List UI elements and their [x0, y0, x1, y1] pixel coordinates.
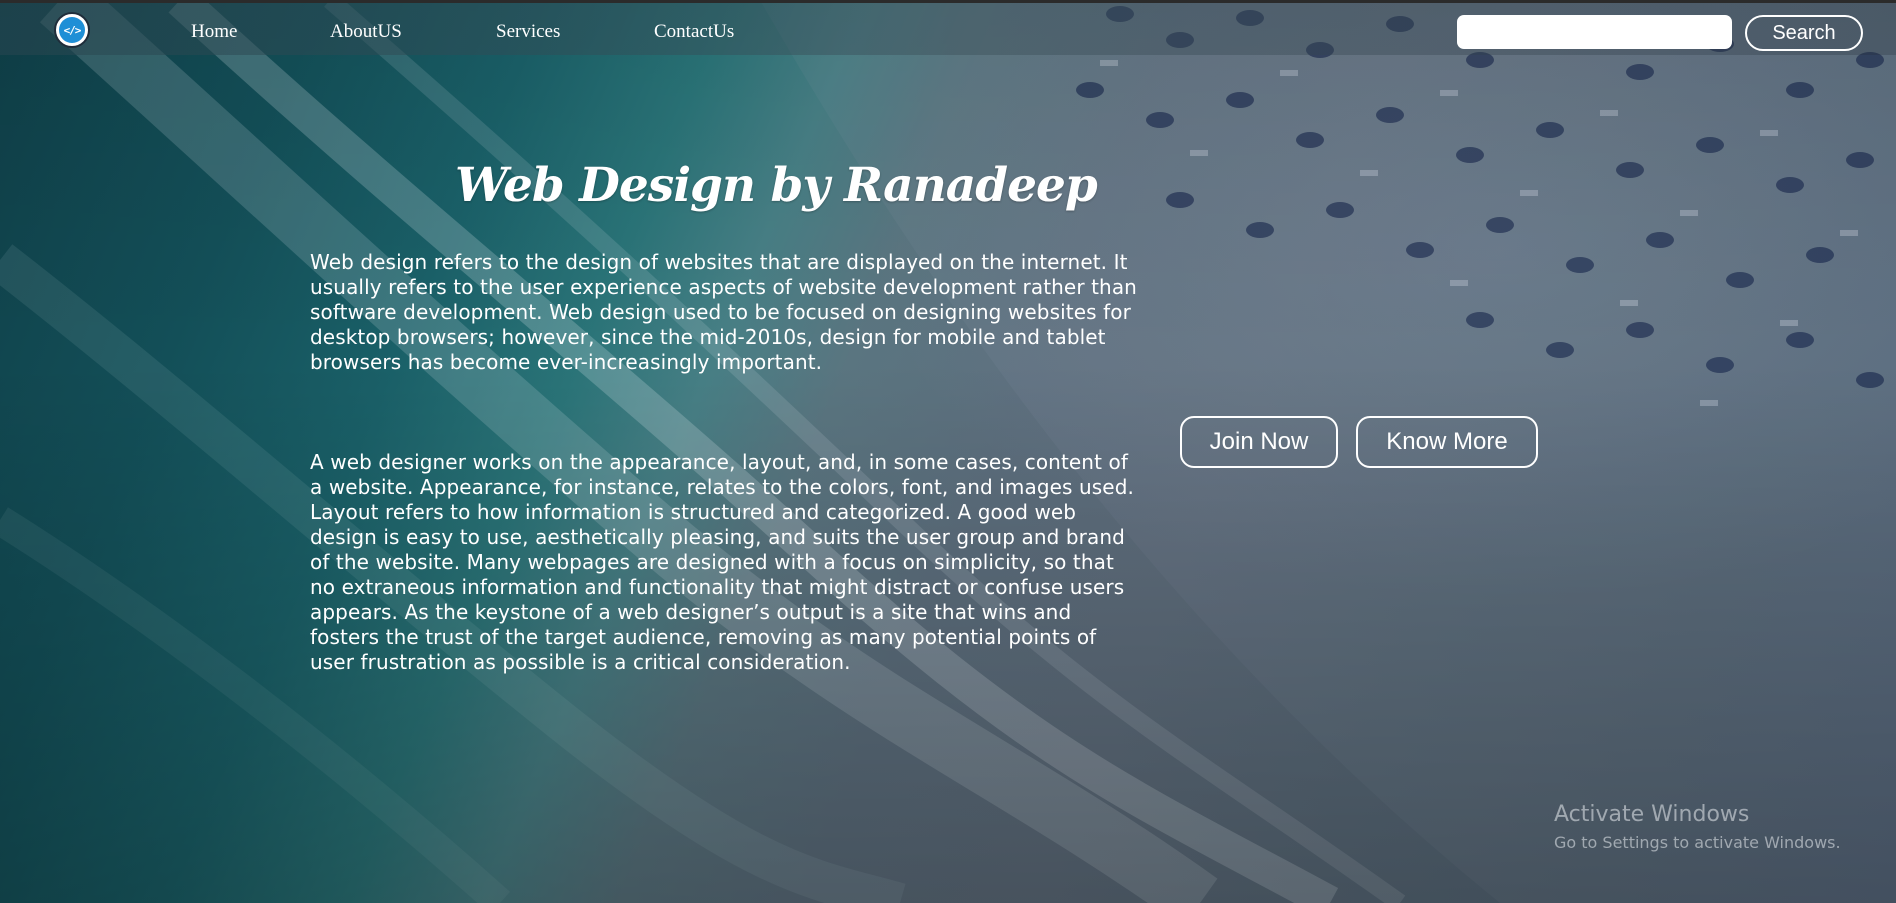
intro-paragraph: Web design refers to the design of websi… — [310, 250, 1137, 374]
designer-paragraph: A web designer works on the appearance, … — [310, 450, 1134, 674]
search-input[interactable] — [1457, 15, 1732, 49]
nav-link-services[interactable]: Services — [496, 21, 560, 43]
watermark-title: Activate Windows — [1554, 802, 1750, 827]
nav-link-about[interactable]: AboutUS — [330, 21, 402, 43]
site-logo[interactable]: </> — [54, 12, 90, 48]
nav-link-home[interactable]: Home — [191, 21, 237, 43]
page-title: Web Design by Ranadeep — [455, 158, 1098, 213]
join-now-button[interactable]: Join Now — [1180, 416, 1338, 468]
nav-link-contact[interactable]: ContactUs — [654, 21, 734, 43]
watermark-subtitle: Go to Settings to activate Windows. — [1554, 833, 1841, 852]
search-button[interactable]: Search — [1745, 15, 1863, 51]
code-icon: </> — [59, 17, 85, 43]
activate-windows-watermark: Activate Windows Go to Settings to activ… — [1554, 800, 1841, 856]
top-navbar: </> Home AboutUS Services ContactUs Sear… — [0, 3, 1896, 55]
know-more-button[interactable]: Know More — [1356, 416, 1538, 468]
